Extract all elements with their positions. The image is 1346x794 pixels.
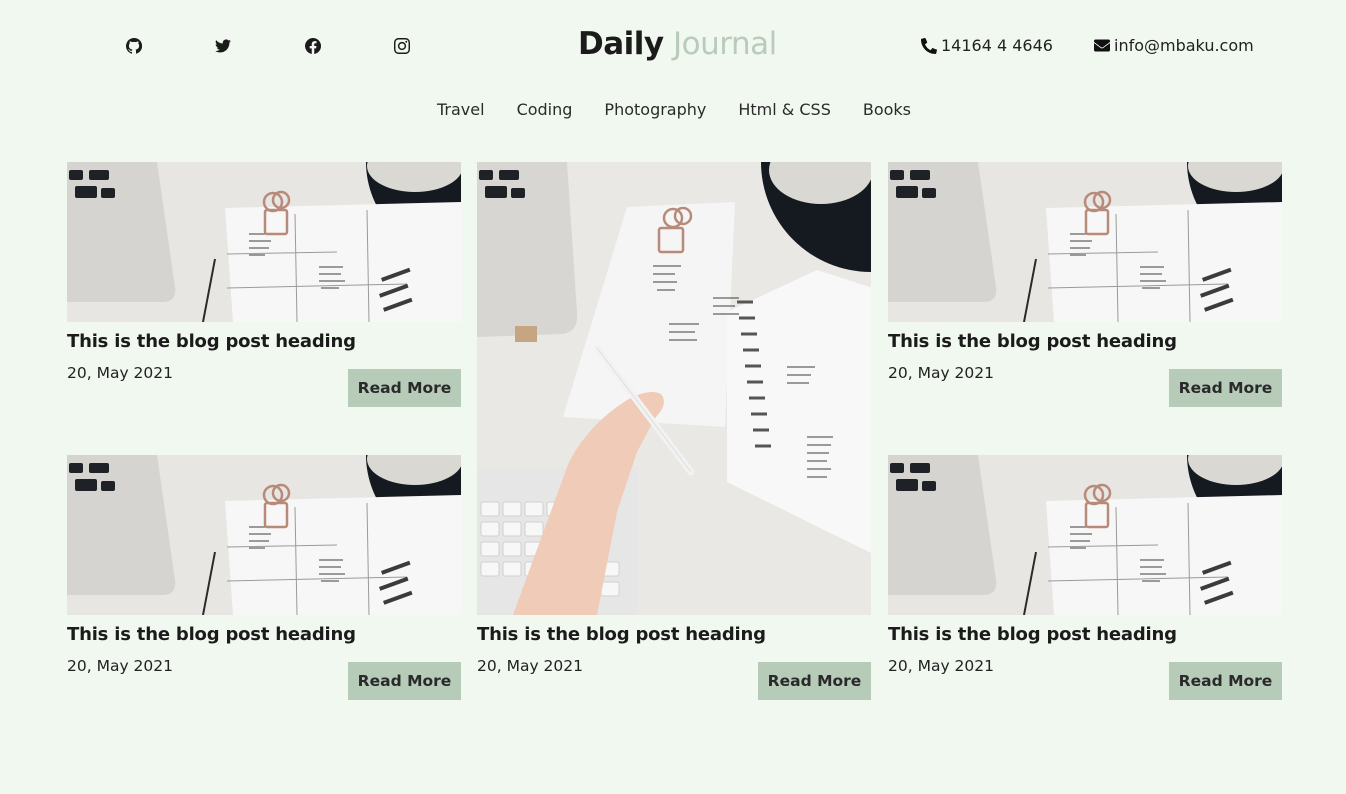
github-icon[interactable]: [125, 37, 143, 55]
post-date: 20, May 2021: [888, 657, 994, 675]
logo-light: Journal: [672, 26, 777, 62]
category-nav: Travel Coding Photography Html & CSS Boo…: [0, 100, 1346, 119]
post-heading[interactable]: This is the blog post heading: [477, 624, 871, 645]
blog-card: This is the blog post heading 20, May 20…: [67, 162, 461, 412]
phone-icon: [921, 37, 937, 54]
facebook-icon[interactable]: [304, 37, 322, 55]
twitter-icon[interactable]: [214, 37, 232, 55]
post-image[interactable]: [888, 455, 1282, 615]
post-heading[interactable]: This is the blog post heading: [67, 331, 461, 352]
phone-contact[interactable]: 14164 4 4646: [921, 36, 1053, 55]
nav-html-css[interactable]: Html & CSS: [738, 100, 830, 119]
blog-card: This is the blog post heading 20, May 20…: [67, 455, 461, 705]
blog-card-featured: This is the blog post heading 20, May 20…: [477, 162, 871, 705]
blog-card: This is the blog post heading 20, May 20…: [888, 162, 1282, 412]
read-more-button[interactable]: Read More: [348, 369, 461, 407]
instagram-icon[interactable]: [393, 37, 411, 55]
read-more-button[interactable]: Read More: [1169, 369, 1282, 407]
post-date: 20, May 2021: [888, 364, 994, 382]
blog-card: This is the blog post heading 20, May 20…: [888, 455, 1282, 705]
logo-bold: Daily: [578, 26, 664, 62]
post-date: 20, May 2021: [67, 364, 173, 382]
nav-books[interactable]: Books: [863, 100, 911, 119]
post-image[interactable]: [67, 162, 461, 322]
phone-number: 14164 4 4646: [941, 36, 1053, 55]
email-contact[interactable]: info@mbaku.com: [1094, 36, 1254, 55]
site-logo[interactable]: Daily Journal: [578, 26, 777, 62]
nav-travel[interactable]: Travel: [437, 100, 485, 119]
post-image[interactable]: [67, 455, 461, 615]
site-header: Daily Journal 14164 4 4646 info@mbaku.co…: [0, 0, 1346, 90]
email-address: info@mbaku.com: [1114, 36, 1254, 55]
nav-coding[interactable]: Coding: [517, 100, 573, 119]
post-heading[interactable]: This is the blog post heading: [888, 331, 1282, 352]
post-date: 20, May 2021: [477, 657, 583, 675]
read-more-button[interactable]: Read More: [758, 662, 871, 700]
nav-photography[interactable]: Photography: [604, 100, 706, 119]
post-heading[interactable]: This is the blog post heading: [888, 624, 1282, 645]
read-more-button[interactable]: Read More: [1169, 662, 1282, 700]
post-image[interactable]: [888, 162, 1282, 322]
post-image[interactable]: [477, 162, 871, 615]
post-date: 20, May 2021: [67, 657, 173, 675]
post-heading[interactable]: This is the blog post heading: [67, 624, 461, 645]
envelope-icon: [1094, 39, 1110, 51]
read-more-button[interactable]: Read More: [348, 662, 461, 700]
